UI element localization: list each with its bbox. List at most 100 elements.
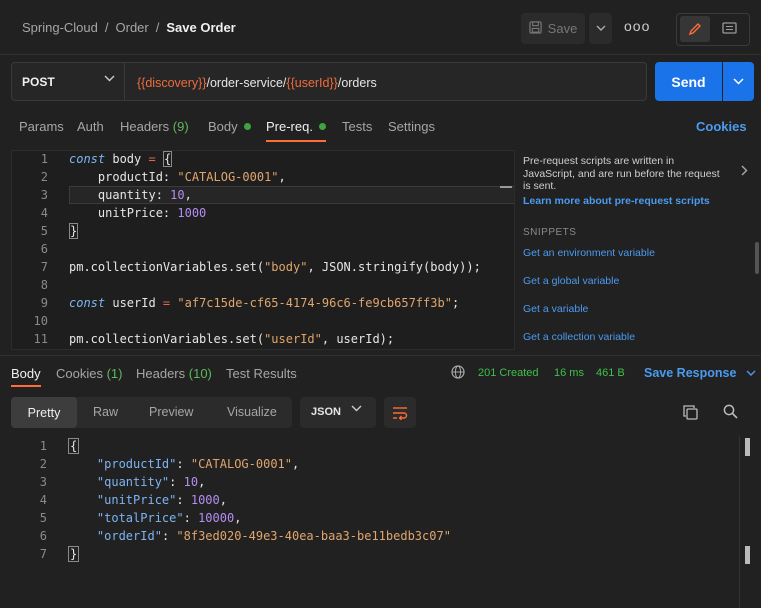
line-number: 6 xyxy=(39,529,47,543)
more-options-button[interactable]: ooo xyxy=(624,18,650,34)
save-response-button[interactable]: Save Response xyxy=(644,366,756,380)
script-code-line: productId: "CATALOG-0001", xyxy=(69,170,286,184)
format-pretty-button[interactable]: Pretty xyxy=(11,397,77,428)
breadcrumb-collection[interactable]: Spring-Cloud xyxy=(22,20,98,35)
tab-settings[interactable]: Settings xyxy=(388,119,435,134)
response-size[interactable]: 461 B xyxy=(596,367,625,379)
comments-button[interactable] xyxy=(714,16,744,42)
response-tab-body[interactable]: Body xyxy=(11,366,41,381)
globe-icon[interactable] xyxy=(451,365,465,379)
active-tab-indicator xyxy=(11,385,41,387)
save-label: Save xyxy=(547,21,578,36)
response-status[interactable]: 201 Created xyxy=(478,367,539,379)
breadcrumb-request[interactable]: Save Order xyxy=(166,20,235,35)
line-number: 5 xyxy=(39,511,47,525)
line-number: 3 xyxy=(39,475,47,489)
snippet-link[interactable]: Get an environment variable xyxy=(523,247,655,259)
response-tab-headers[interactable]: Headers (10) xyxy=(136,366,212,381)
response-scroll-track xyxy=(739,436,740,608)
line-number: 8 xyxy=(40,278,48,292)
line-number: 6 xyxy=(40,242,48,256)
tab-prereq[interactable]: Pre-req. xyxy=(266,119,326,134)
send-button[interactable]: Send xyxy=(655,62,722,101)
cookies-link[interactable]: Cookies xyxy=(696,119,747,134)
status-dot xyxy=(243,123,251,130)
chevron-right-icon[interactable] xyxy=(741,165,748,176)
snippet-link[interactable]: Get a global variable xyxy=(523,275,619,287)
format-raw-button[interactable]: Raw xyxy=(93,405,118,419)
response-tab-cookies[interactable]: Cookies (1) xyxy=(56,366,122,381)
snippet-link[interactable]: Get a collection variable xyxy=(523,331,635,343)
response-code-line: "quantity": 10, xyxy=(96,475,206,489)
format-visualize-button[interactable]: Visualize xyxy=(227,405,277,419)
response-scroll-marker[interactable] xyxy=(745,438,750,456)
response-code-line: "unitPrice": 1000, xyxy=(96,493,227,507)
response-tab-cookies-label: Cookies xyxy=(56,366,103,381)
status-dot xyxy=(318,123,326,130)
response-scroll-marker[interactable] xyxy=(745,546,750,564)
script-code-line: pm.collectionVariables.set("body", JSON.… xyxy=(69,260,481,274)
save-dropdown-button[interactable] xyxy=(589,13,612,44)
tab-prereq-label: Pre-req. xyxy=(266,119,313,134)
format-preview-button[interactable]: Preview xyxy=(149,405,193,419)
line-number: 1 xyxy=(39,439,47,453)
response-time[interactable]: 16 ms xyxy=(554,367,584,379)
copy-icon[interactable] xyxy=(683,405,698,420)
response-code-line: "productId": "CATALOG-0001", xyxy=(96,457,300,471)
line-number: 7 xyxy=(40,260,48,274)
url-input[interactable]: {{discovery}}/order-service/{{userId}}/o… xyxy=(125,62,647,101)
line-number: 3 xyxy=(40,188,48,202)
line-number: 2 xyxy=(39,457,47,471)
url-variable: {{userId}} xyxy=(286,76,338,90)
tab-params[interactable]: Params xyxy=(19,119,64,134)
line-number: 1 xyxy=(40,152,48,166)
url-path: /order-service/ xyxy=(206,76,287,90)
snippets-scrollbar[interactable] xyxy=(755,242,759,274)
edit-mode-button[interactable] xyxy=(680,16,710,42)
search-icon[interactable] xyxy=(723,404,738,419)
snippets-title: SNIPPETS xyxy=(523,227,577,238)
response-tab-headers-count: (10) xyxy=(188,366,212,381)
save-button[interactable]: Save xyxy=(521,13,585,44)
tab-headers-count: (9) xyxy=(172,119,189,134)
chevron-down-icon xyxy=(596,25,605,31)
tab-headers[interactable]: Headers (9) xyxy=(120,119,189,134)
language-label: JSON xyxy=(311,406,341,418)
save-response-label: Save Response xyxy=(644,366,737,380)
snippet-link[interactable]: Get a variable xyxy=(523,303,588,315)
url-path: /orders xyxy=(337,76,377,90)
chevron-down-icon xyxy=(746,370,756,376)
breadcrumb-separator: / xyxy=(155,20,160,35)
response-tab-test-results[interactable]: Test Results xyxy=(226,366,297,381)
pre-request-script-editor[interactable]: 1 const body = {2 productId: "CATALOG-000… xyxy=(11,150,515,350)
method-label: POST xyxy=(22,75,55,89)
line-number: 10 xyxy=(33,314,48,328)
learn-more-link[interactable]: Learn more about pre-request scripts xyxy=(523,195,710,207)
ellipsis-icon: ooo xyxy=(624,18,651,34)
breadcrumb-folder[interactable]: Order xyxy=(116,20,149,35)
line-number: 4 xyxy=(39,493,47,507)
pane-divider[interactable] xyxy=(0,355,761,356)
pencil-icon xyxy=(688,23,701,36)
prereq-info-text: Pre-request scripts are written in JavaS… xyxy=(523,155,720,192)
tab-tests[interactable]: Tests xyxy=(342,119,372,134)
tab-body[interactable]: Body xyxy=(208,119,251,134)
response-code-line: } xyxy=(68,546,80,562)
line-number: 11 xyxy=(33,332,48,346)
script-code-line: } xyxy=(69,223,79,239)
chevron-down-icon xyxy=(351,405,362,412)
save-icon xyxy=(528,20,542,37)
script-code-line: unitPrice: 1000 xyxy=(69,206,207,220)
line-number: 2 xyxy=(40,170,48,184)
breadcrumb-separator: / xyxy=(104,20,109,35)
response-body-viewer[interactable]: 1 {2 "productId": "CATALOG-0001", 3 "quant… xyxy=(11,436,751,608)
script-code-line: quantity: 10, xyxy=(69,188,192,202)
wrap-lines-button[interactable] xyxy=(384,397,416,428)
send-dropdown-button[interactable] xyxy=(723,62,754,101)
line-number: 9 xyxy=(40,296,48,310)
script-code-line: pm.collectionVariables.set("userId", use… xyxy=(69,332,395,346)
tab-auth[interactable]: Auth xyxy=(77,119,104,134)
active-tab-indicator xyxy=(266,140,326,142)
send-label: Send xyxy=(671,73,706,90)
response-code-line: "orderId": "8f3ed020-49e3-40ea-baa3-be11… xyxy=(96,529,451,543)
